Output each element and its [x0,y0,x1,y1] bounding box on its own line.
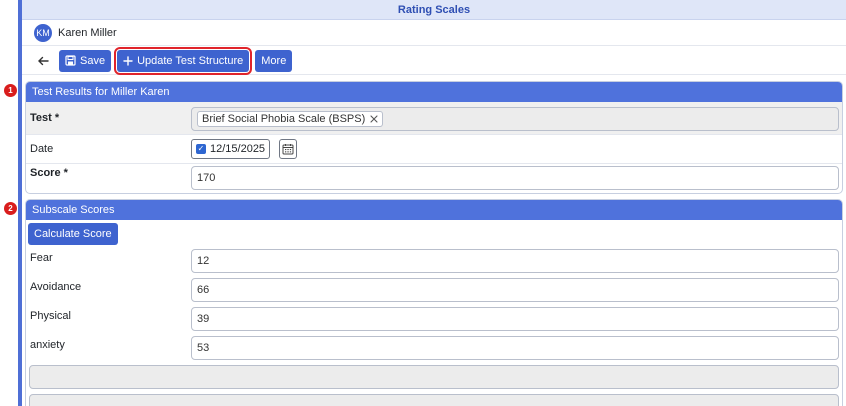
subscale-input[interactable]: 66 [191,278,839,302]
subscale-row-physical: Physical 39 [26,306,842,332]
subscale-input[interactable]: 39 [191,307,839,331]
subscale-scores-header: Subscale Scores [26,200,842,220]
empty-field[interactable] [29,394,839,406]
test-chip-label: Brief Social Phobia Scale (BSPS) [202,113,366,125]
calculate-score-button[interactable]: Calculate Score [28,223,118,245]
test-label: Test * [30,112,60,124]
update-test-structure-label: Update Test Structure [137,54,244,67]
date-checkbox[interactable]: ✓ [196,144,206,154]
empty-field[interactable] [29,365,839,389]
score-input[interactable]: 170 [191,166,839,190]
save-icon [65,55,76,66]
test-chip: Brief Social Phobia Scale (BSPS) [197,111,384,127]
score-label: Score * [30,167,68,179]
plus-icon [123,55,133,66]
test-row: Test * Brief Social Phobia Scale (BSPS) [26,102,842,134]
subscale-input[interactable]: 53 [191,336,839,360]
subscale-label: anxiety [30,339,65,351]
arrow-left-icon [38,56,49,65]
subscale-input[interactable]: 12 [191,249,839,273]
date-value: 12/15/2025 [210,143,266,155]
calculate-score-label: Calculate Score [34,228,112,240]
subscale-value: 39 [197,313,210,325]
subscale-value: 66 [197,284,210,296]
subscale-row-avoidance: Avoidance 66 [26,277,842,303]
toolbar: Save Update Test Structure More [22,46,846,75]
subscale-value: 12 [197,255,210,267]
subscale-row-anxiety: anxiety 53 [26,335,842,361]
subscale-label: Physical [30,310,71,322]
subscale-row-fear: Fear 12 [26,248,842,274]
calendar-icon [282,144,294,155]
avatar: KM [34,23,52,42]
window-title: Rating Scales [397,3,471,16]
step-badge-1: 1 [4,84,17,97]
score-value: 170 [197,172,216,184]
update-test-structure-button[interactable]: Update Test Structure [114,46,253,75]
more-button[interactable]: More [255,49,293,72]
step-badge-2: 2 [4,202,17,215]
close-icon[interactable] [370,115,378,123]
date-row: Date ✓ 12/15/2025 [26,135,842,163]
window-titlebar: Rating Scales [22,0,846,20]
user-name: Karen Miller [58,26,117,39]
back-button[interactable] [32,50,54,72]
test-select[interactable]: Brief Social Phobia Scale (BSPS) [191,107,839,131]
calendar-button[interactable] [279,139,297,159]
test-results-header: Test Results for Miller Karen [26,82,842,102]
subscale-scores-panel: Subscale Scores Calculate Score Fear 12 … [25,199,843,406]
save-label: Save [80,54,106,67]
subscale-label: Avoidance [30,281,82,293]
date-label: Date [30,143,54,155]
save-button[interactable]: Save [59,49,112,72]
subscale-label: Fear [30,252,53,264]
test-results-panel: Test Results for Miller Karen Test * Bri… [25,81,843,194]
user-bar: KM Karen Miller [22,20,846,46]
date-input[interactable]: ✓ 12/15/2025 [191,139,271,159]
subscale-value: 53 [197,342,210,354]
score-row: Score * 170 [26,164,842,193]
more-label: More [261,54,287,67]
